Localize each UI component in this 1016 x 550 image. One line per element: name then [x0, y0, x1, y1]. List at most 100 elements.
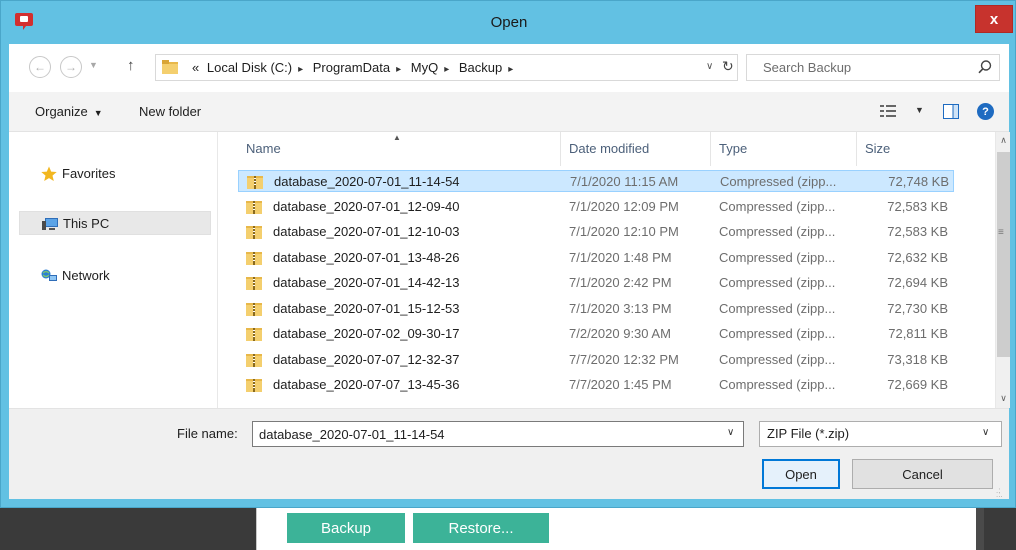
file-name-input[interactable] — [253, 422, 713, 446]
back-icon[interactable]: ← — [29, 56, 51, 78]
help-icon[interactable]: ? — [977, 103, 994, 120]
file-name-cell: database_2020-07-07_13-45-36 — [273, 377, 460, 392]
file-type-cell: Compressed (zipp... — [719, 249, 836, 265]
organize-button[interactable]: Organize ▼ — [35, 92, 103, 132]
breadcrumb-overflow[interactable]: « — [192, 60, 199, 75]
nav-item-favorites[interactable]: Favorites — [19, 162, 211, 186]
file-row[interactable]: database_2020-07-02_09-30-17 7/2/2020 9:3… — [238, 323, 954, 345]
breadcrumb-backup[interactable]: Backup — [459, 60, 502, 75]
column-header-size[interactable]: Size — [857, 132, 995, 166]
view-chevron-down-icon[interactable]: ▼ — [915, 105, 924, 115]
file-date-cell: 7/1/2020 12:10 PM — [569, 224, 679, 239]
breadcrumb-separator[interactable]: ▸ — [444, 64, 449, 75]
search-input[interactable] — [763, 55, 973, 80]
file-type-cell: Compressed (zipp... — [719, 275, 836, 290]
view-options-icon[interactable] — [880, 104, 896, 118]
file-row[interactable]: database_2020-07-07_13-45-36 7/7/2020 1:4… — [238, 374, 954, 396]
zip-folder-icon — [246, 302, 262, 316]
file-date-cell: 7/1/2020 3:13 PM — [569, 300, 672, 316]
nav-item-label: Favorites — [62, 166, 116, 181]
scrollbar-thumb[interactable] — [997, 152, 1010, 357]
search-box[interactable] — [746, 54, 1000, 81]
new-folder-button[interactable]: New folder — [139, 92, 201, 132]
title-bar[interactable]: Open x — [1, 1, 1015, 44]
file-type-value: ZIP File (*.zip) — [767, 426, 850, 441]
file-name-cell: database_2020-07-01_11-14-54 — [274, 174, 460, 189]
file-type-cell: Compressed (zipp... — [719, 198, 836, 214]
file-row[interactable]: database_2020-07-01_12-09-40 7/1/2020 12:… — [238, 196, 954, 218]
file-type-chevron-down-icon[interactable]: ∨ — [982, 427, 989, 438]
breadcrumb-local-disk[interactable]: Local Disk (C:) — [207, 60, 292, 75]
address-bar[interactable]: « Local Disk (C:) ▸ ProgramData ▸ MyQ ▸ Bac… — [155, 54, 738, 81]
breadcrumb-programdata[interactable]: ProgramData — [313, 60, 390, 75]
up-arrow-icon[interactable]: ↑ — [127, 57, 135, 74]
file-size-cell: 72,694 KB — [887, 275, 948, 290]
file-size-cell: 72,583 KB — [887, 198, 948, 214]
file-type-cell: Compressed (zipp... — [719, 300, 836, 316]
file-name-chevron-down-icon[interactable]: ∨ — [727, 427, 734, 438]
dialog-body: ← → ▼ ↑ « Local Disk (C:) ▸ ProgramData ▸ … — [9, 44, 1010, 499]
breadcrumb-myq[interactable]: MyQ — [411, 60, 438, 75]
file-row[interactable]: database_2020-07-01_15-12-53 7/1/2020 3:1… — [238, 298, 954, 320]
file-date-cell: 7/7/2020 12:32 PM — [569, 351, 679, 367]
file-name-combobox[interactable]: ∨ — [252, 421, 744, 447]
file-row[interactable]: database_2020-07-07_12-32-37 7/7/2020 12:… — [238, 349, 954, 371]
file-size-cell: 72,811 KB — [888, 326, 948, 341]
file-row[interactable]: database_2020-07-01_14-42-13 7/1/2020 2:4… — [238, 272, 954, 294]
vertical-scrollbar[interactable]: ∧ ≡ ∨ — [995, 132, 1010, 408]
star-icon — [41, 166, 57, 181]
search-icon[interactable] — [977, 59, 993, 75]
file-name-cell: database_2020-07-01_12-09-40 — [273, 198, 460, 214]
navigation-pane: Favorites This PC Network — [9, 132, 217, 408]
scroll-down-arrow-icon[interactable]: ∨ — [996, 390, 1011, 406]
file-size-cell: 72,669 KB — [887, 377, 948, 392]
cancel-button[interactable]: Cancel — [852, 459, 993, 489]
recent-locations-chevron-down-icon[interactable]: ▼ — [89, 60, 98, 70]
breadcrumb-separator[interactable]: ▸ — [298, 64, 303, 75]
file-type-select[interactable]: ZIP File (*.zip) ∨ — [759, 421, 1002, 447]
file-row[interactable]: database_2020-07-01_13-48-26 7/1/2020 1:4… — [238, 247, 954, 269]
restore-button[interactable]: Restore... — [413, 513, 549, 543]
file-row[interactable]: database_2020-07-01_12-10-03 7/1/2020 12:… — [238, 221, 954, 243]
open-button[interactable]: Open — [762, 459, 840, 489]
nav-item-label: This PC — [63, 216, 110, 231]
nav-item-label: Network — [62, 268, 110, 283]
close-button[interactable]: x — [975, 5, 1013, 33]
file-list: Name ▲ Date modified Type Size database_… — [217, 132, 1010, 408]
breadcrumb: « Local Disk (C:) ▸ ProgramData ▸ MyQ ▸ Bac… — [192, 55, 519, 80]
file-name-cell: database_2020-07-01_12-10-03 — [273, 224, 460, 239]
nav-item-this-pc[interactable]: This PC — [19, 211, 211, 235]
chevron-down-icon: ▼ — [93, 108, 103, 118]
address-row: ← → ▼ ↑ « Local Disk (C:) ▸ ProgramData ▸ … — [9, 44, 1009, 92]
breadcrumb-separator[interactable]: ▸ — [508, 64, 513, 75]
zip-folder-icon — [246, 251, 262, 265]
bottom-controls: File name: ∨ ZIP File (*.zip) ∨ Open Can… — [9, 408, 1009, 499]
forward-icon[interactable]: → — [60, 56, 82, 78]
file-row[interactable]: database_2020-07-01_11-14-54 7/1/2020 11:… — [238, 170, 954, 192]
app-panel-edge — [976, 508, 984, 550]
address-chevron-down-icon[interactable]: ∨ — [706, 61, 713, 72]
column-header-type[interactable]: Type — [711, 132, 857, 166]
file-date-cell: 7/1/2020 11:15 AM — [570, 174, 679, 189]
resize-grip-icon[interactable]: .:.:. — [996, 487, 1003, 499]
column-header-date[interactable]: Date modified — [561, 132, 711, 166]
scroll-up-arrow-icon[interactable]: ∧ — [996, 132, 1011, 148]
refresh-icon[interactable]: ↻ — [722, 58, 734, 75]
zip-folder-icon — [246, 328, 262, 341]
dialog-title: Open — [490, 14, 528, 31]
nav-item-network[interactable]: Network — [19, 264, 211, 288]
column-header-name[interactable]: Name ▲ — [238, 132, 561, 166]
scroll-grip-icon: ≡ — [998, 227, 1004, 238]
computer-icon — [42, 218, 58, 230]
preview-pane-icon[interactable] — [943, 104, 959, 119]
breadcrumb-separator[interactable]: ▸ — [396, 64, 401, 75]
column-header: Name ▲ Date modified Type Size — [218, 132, 995, 166]
backup-button[interactable]: Backup — [287, 513, 405, 543]
file-date-cell: 7/2/2020 9:30 AM — [569, 326, 671, 341]
file-name-cell: database_2020-07-02_09-30-17 — [273, 326, 460, 341]
file-type-cell: Compressed (zipp... — [719, 224, 836, 239]
zip-folder-icon — [246, 200, 262, 214]
file-name-cell: database_2020-07-07_12-32-37 — [273, 351, 460, 367]
zip-folder-icon — [246, 277, 262, 290]
open-dialog: Open x ← → ▼ ↑ « Local Disk (C:) ▸ Progra… — [0, 0, 1016, 508]
